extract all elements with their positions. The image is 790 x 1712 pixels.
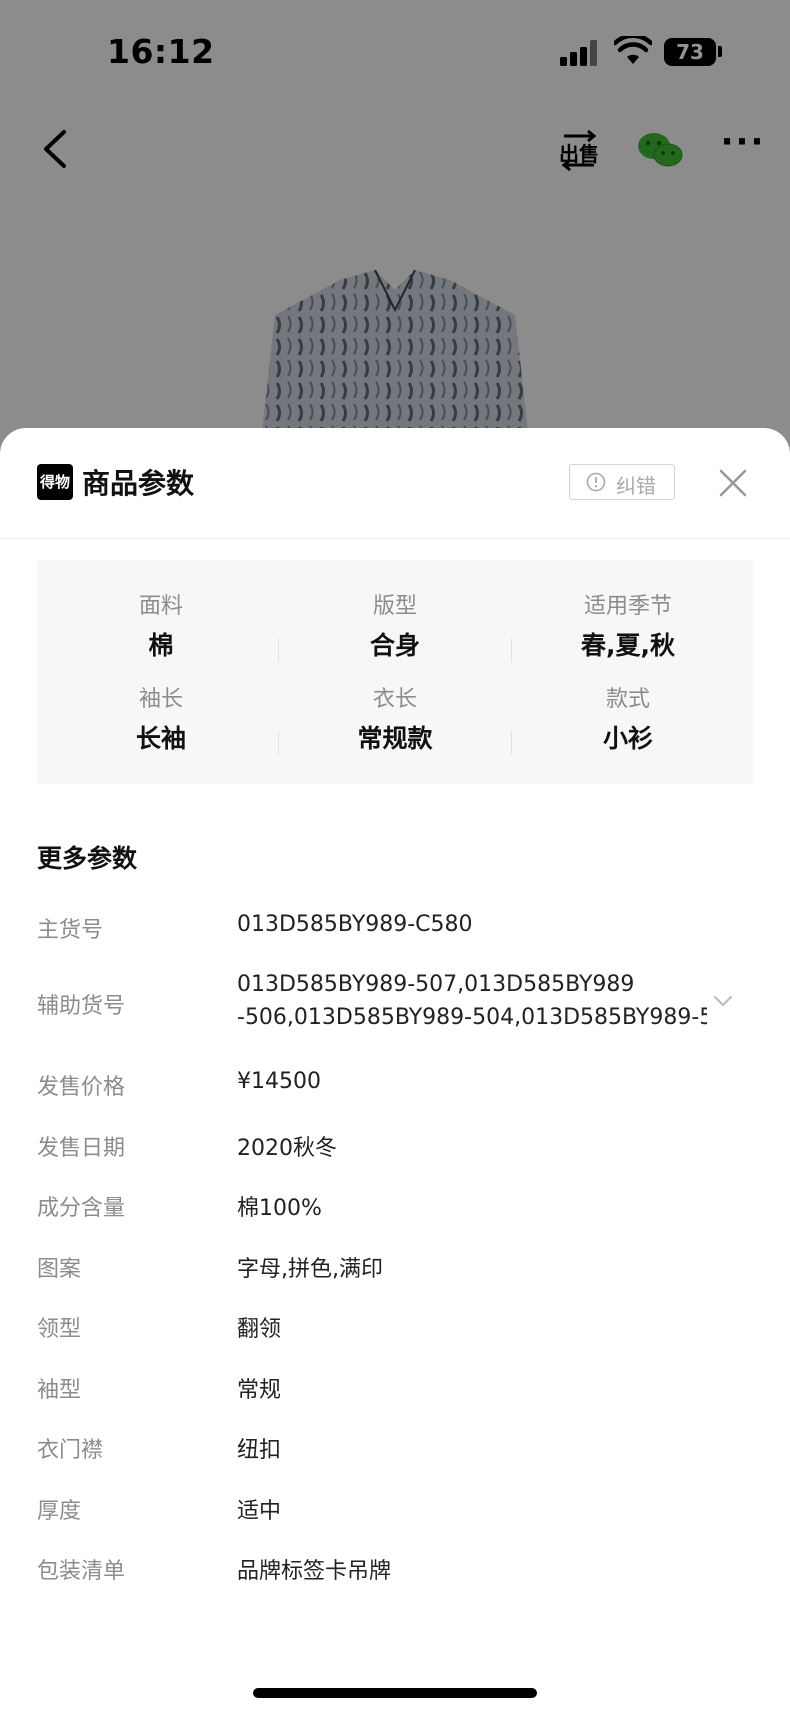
param-value: 适中 (237, 1499, 282, 1524)
param-value: 棉100% (237, 1196, 322, 1221)
spec-item: 衣长 常规款 (279, 681, 511, 775)
spec-divider (278, 638, 279, 662)
spec-value: 常规款 (357, 724, 433, 753)
param-value: 013D585BY989-C580 (237, 912, 473, 937)
sheet-header: 得物 商品参数 纠错 (0, 428, 790, 539)
spec-label: 适用季节 (583, 594, 672, 619)
param-label: 辅助货号 (37, 994, 126, 1019)
param-value: 2020秋冬 (237, 1136, 337, 1161)
spec-divider (278, 731, 279, 755)
param-label: 发售日期 (37, 1136, 126, 1161)
spec-item: 袖长 长袖 (45, 681, 277, 775)
param-row: 领型 翻领 (0, 1307, 790, 1347)
param-value: 字母,拼色,满印 (237, 1257, 383, 1282)
param-label: 发售价格 (37, 1075, 126, 1100)
home-indicator[interactable] (253, 1688, 537, 1698)
spec-item: 适用季节 春,夏,秋 (512, 588, 744, 682)
close-icon[interactable] (716, 466, 750, 500)
param-label: 成分含量 (37, 1196, 126, 1221)
sheet-title: 商品参数 (82, 467, 195, 500)
param-row-expandable[interactable]: 辅助货号 013D585BY989-507,013D585BY989 -506,… (0, 968, 790, 1048)
param-label: 领型 (37, 1317, 82, 1342)
product-params-sheet: 得物 商品参数 纠错 面料 棉 版型 合身 适用季节 春,夏,秋 袖长 长袖 衣… (0, 428, 790, 1712)
spec-item: 面料 棉 (45, 588, 277, 682)
spec-value: 合身 (369, 631, 420, 660)
key-specs-grid: 面料 棉 版型 合身 适用季节 春,夏,秋 袖长 长袖 衣长 常规款 款式 小衫 (37, 560, 753, 784)
spec-value: 棉 (148, 631, 174, 660)
param-label: 袖型 (37, 1378, 82, 1403)
param-value: 常规 (237, 1378, 282, 1403)
param-row: 袖型 常规 (0, 1368, 790, 1408)
spec-label: 衣长 (372, 687, 417, 712)
spec-divider (511, 638, 512, 662)
spec-label: 面料 (138, 594, 183, 619)
param-label: 主货号 (37, 918, 104, 943)
info-icon (586, 472, 606, 492)
param-row: 发售日期 2020秋冬 (0, 1126, 790, 1166)
param-value: ¥14500 (237, 1069, 321, 1094)
chevron-down-icon[interactable] (712, 994, 734, 1008)
param-row: 图案 字母,拼色,满印 (0, 1247, 790, 1287)
param-label: 衣门襟 (37, 1438, 104, 1463)
spec-label: 款式 (605, 687, 650, 712)
spec-value: 长袖 (135, 724, 186, 753)
param-row: 衣门襟 纽扣 (0, 1428, 790, 1468)
param-value: 品牌标签卡吊牌 (237, 1559, 392, 1584)
dewu-logo: 得物 (37, 464, 73, 500)
spec-label: 袖长 (138, 687, 183, 712)
param-label: 厚度 (37, 1499, 82, 1524)
param-value: 翻领 (237, 1317, 282, 1342)
param-row: 成分含量 棉100% (0, 1186, 790, 1226)
spec-value: 小衫 (602, 724, 653, 753)
param-row: 包装清单 品牌标签卡吊牌 (0, 1549, 790, 1589)
spec-item: 版型 合身 (279, 588, 511, 682)
more-params-title: 更多参数 (37, 844, 138, 873)
param-row: 主货号 013D585BY989-C580 (0, 908, 790, 948)
param-label: 包装清单 (37, 1559, 126, 1584)
param-value: 纽扣 (237, 1438, 282, 1463)
report-error-label: 纠错 (616, 474, 656, 498)
param-row: 发售价格 ¥14500 (0, 1065, 790, 1105)
spec-label: 版型 (372, 594, 417, 619)
spec-divider (511, 731, 512, 755)
param-row: 厚度 适中 (0, 1489, 790, 1529)
report-error-button[interactable]: 纠错 (569, 464, 675, 500)
param-label: 图案 (37, 1257, 82, 1282)
spec-value: 春,夏,秋 (581, 631, 675, 660)
spec-item: 款式 小衫 (512, 681, 744, 775)
param-value: 013D585BY989-507,013D585BY989 -506,013D5… (237, 972, 707, 1030)
